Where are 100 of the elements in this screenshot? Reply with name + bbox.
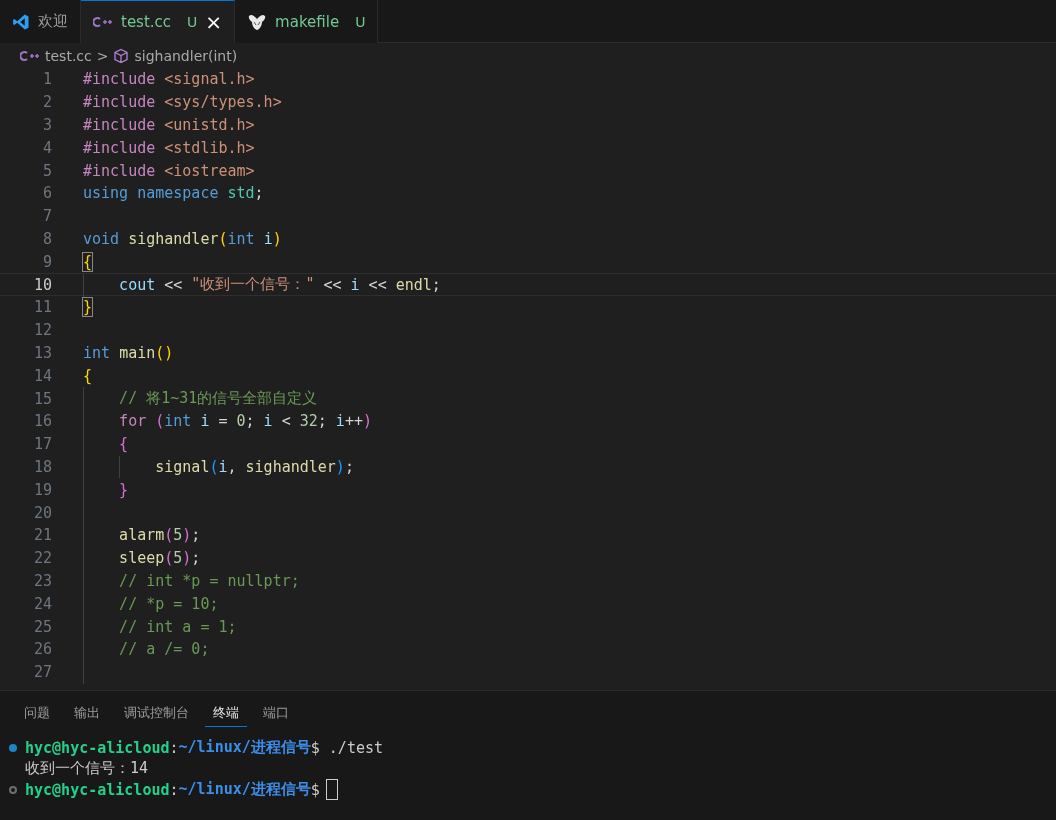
code-token: <stdlib.h> xyxy=(164,138,255,157)
code-token: ++ xyxy=(344,412,363,431)
line-number: 21 xyxy=(32,526,52,545)
code-token: << xyxy=(323,275,343,294)
code-token: 32 xyxy=(299,412,318,431)
code-token: cout xyxy=(119,275,157,294)
code-token: sighandler xyxy=(128,229,219,248)
code-token: namespace xyxy=(137,184,220,203)
code-token: << xyxy=(368,275,388,294)
line-number: 15 xyxy=(32,389,52,408)
panel-tab[interactable]: 调试控制台 xyxy=(116,699,197,727)
cpp-file-icon xyxy=(93,16,113,28)
code-token: ; xyxy=(431,275,441,294)
code-token: using xyxy=(83,184,130,203)
code-comment: // int *p = nullptr; xyxy=(119,571,300,590)
code-token: main xyxy=(119,343,156,362)
code-token: <signal.h> xyxy=(164,70,255,89)
code-token: ( xyxy=(155,412,165,431)
git-status-label: U xyxy=(187,14,198,30)
code-token: 5 xyxy=(173,526,183,545)
line-number: 4 xyxy=(41,138,52,157)
code-token: i xyxy=(263,412,274,431)
code-token: signal xyxy=(155,457,210,476)
line-number: 23 xyxy=(32,571,52,590)
code-token: endl xyxy=(395,275,432,294)
code-token: ( xyxy=(164,549,174,568)
code-token: #include xyxy=(83,138,157,157)
code-token: std xyxy=(227,184,255,203)
code-token: ( xyxy=(209,457,219,476)
cpp-file-icon xyxy=(20,49,40,62)
code-token: ) xyxy=(272,229,282,248)
code-token: for xyxy=(119,412,148,431)
code-token: 0 xyxy=(236,412,246,431)
terminal-output: 收到一个信号：14 xyxy=(25,759,149,778)
code-token: int xyxy=(227,229,256,248)
line-number: 10 xyxy=(32,275,52,294)
editor-tab[interactable]: 欢迎 xyxy=(0,0,81,43)
code-token: << xyxy=(164,275,184,294)
code-token: ; xyxy=(254,184,264,203)
code-comment: // a /= 0; xyxy=(119,640,210,659)
line-number: 14 xyxy=(32,366,52,385)
code-token: ) xyxy=(182,549,192,568)
panel-tab[interactable]: 端口 xyxy=(255,699,297,727)
code-token: ; xyxy=(191,526,201,545)
gnu-head-icon xyxy=(247,12,268,31)
code-token: int xyxy=(83,343,112,362)
code-token: ( xyxy=(218,229,228,248)
line-number: 12 xyxy=(32,321,52,340)
code-token: i xyxy=(263,229,273,248)
editor-tab[interactable]: test.cc U × xyxy=(81,0,236,43)
panel-tab[interactable]: 问题 xyxy=(16,699,58,727)
code-token: ) xyxy=(182,526,192,545)
code-token: <iostream> xyxy=(164,161,255,180)
command-status-icon[interactable] xyxy=(9,785,17,794)
matched-bracket: { xyxy=(83,252,93,271)
code-token: ; xyxy=(344,457,354,476)
code-token: i xyxy=(200,412,211,431)
line-number: 2 xyxy=(41,93,52,112)
line-number: 5 xyxy=(41,161,52,180)
command-status-icon[interactable] xyxy=(9,743,17,752)
line-number: 18 xyxy=(32,457,52,476)
code-token: alarm xyxy=(119,526,165,545)
panel-tab[interactable]: 终端 xyxy=(205,699,247,727)
code-token: () xyxy=(155,343,174,362)
line-number: 17 xyxy=(32,435,52,454)
code-token: { xyxy=(83,366,93,385)
panel-tab[interactable]: 输出 xyxy=(66,699,108,727)
code-token: i xyxy=(350,275,361,294)
close-icon[interactable]: × xyxy=(205,12,223,32)
code-token: , xyxy=(227,457,238,476)
prompt-user: hyc@hyc-alicloud xyxy=(25,738,170,757)
breadcrumb-separator: > xyxy=(96,47,109,64)
prompt-symbol: $ xyxy=(310,738,320,757)
line-number: 13 xyxy=(32,343,52,362)
code-token: "收到一个信号：" xyxy=(191,275,316,295)
code-token: #include xyxy=(83,161,157,180)
line-number: 27 xyxy=(32,663,52,682)
breadcrumb-file[interactable]: test.cc xyxy=(45,47,92,64)
line-number: 26 xyxy=(32,640,52,659)
code-comment: // *p = 10; xyxy=(119,594,219,613)
line-number: 24 xyxy=(32,594,52,613)
code-token: 5 xyxy=(173,549,183,568)
code-token: sighandler xyxy=(245,457,336,476)
code-token: void xyxy=(83,229,121,248)
line-number: 20 xyxy=(32,503,52,522)
editor-tab[interactable]: makefile U xyxy=(235,0,379,43)
code-token: ; xyxy=(317,412,328,431)
code-token: <sys/types.h> xyxy=(164,93,282,112)
breadcrumb-symbol[interactable]: sighandler(int) xyxy=(134,47,238,64)
prompt-colon: : xyxy=(169,780,179,799)
prompt-user: hyc@hyc-alicloud xyxy=(25,780,170,799)
code-comment: // 将1~31的信号全部自定义 xyxy=(119,389,318,409)
vscode-logo-icon xyxy=(12,12,30,31)
matched-bracket: } xyxy=(83,298,93,317)
code-token: = xyxy=(218,412,229,431)
code-token: int xyxy=(164,412,193,431)
prompt-path: ~/linux/进程信号 xyxy=(178,780,311,799)
line-number: 3 xyxy=(41,116,52,134)
code-token: ; xyxy=(191,549,201,568)
code-comment: // int a = 1; xyxy=(119,617,237,636)
